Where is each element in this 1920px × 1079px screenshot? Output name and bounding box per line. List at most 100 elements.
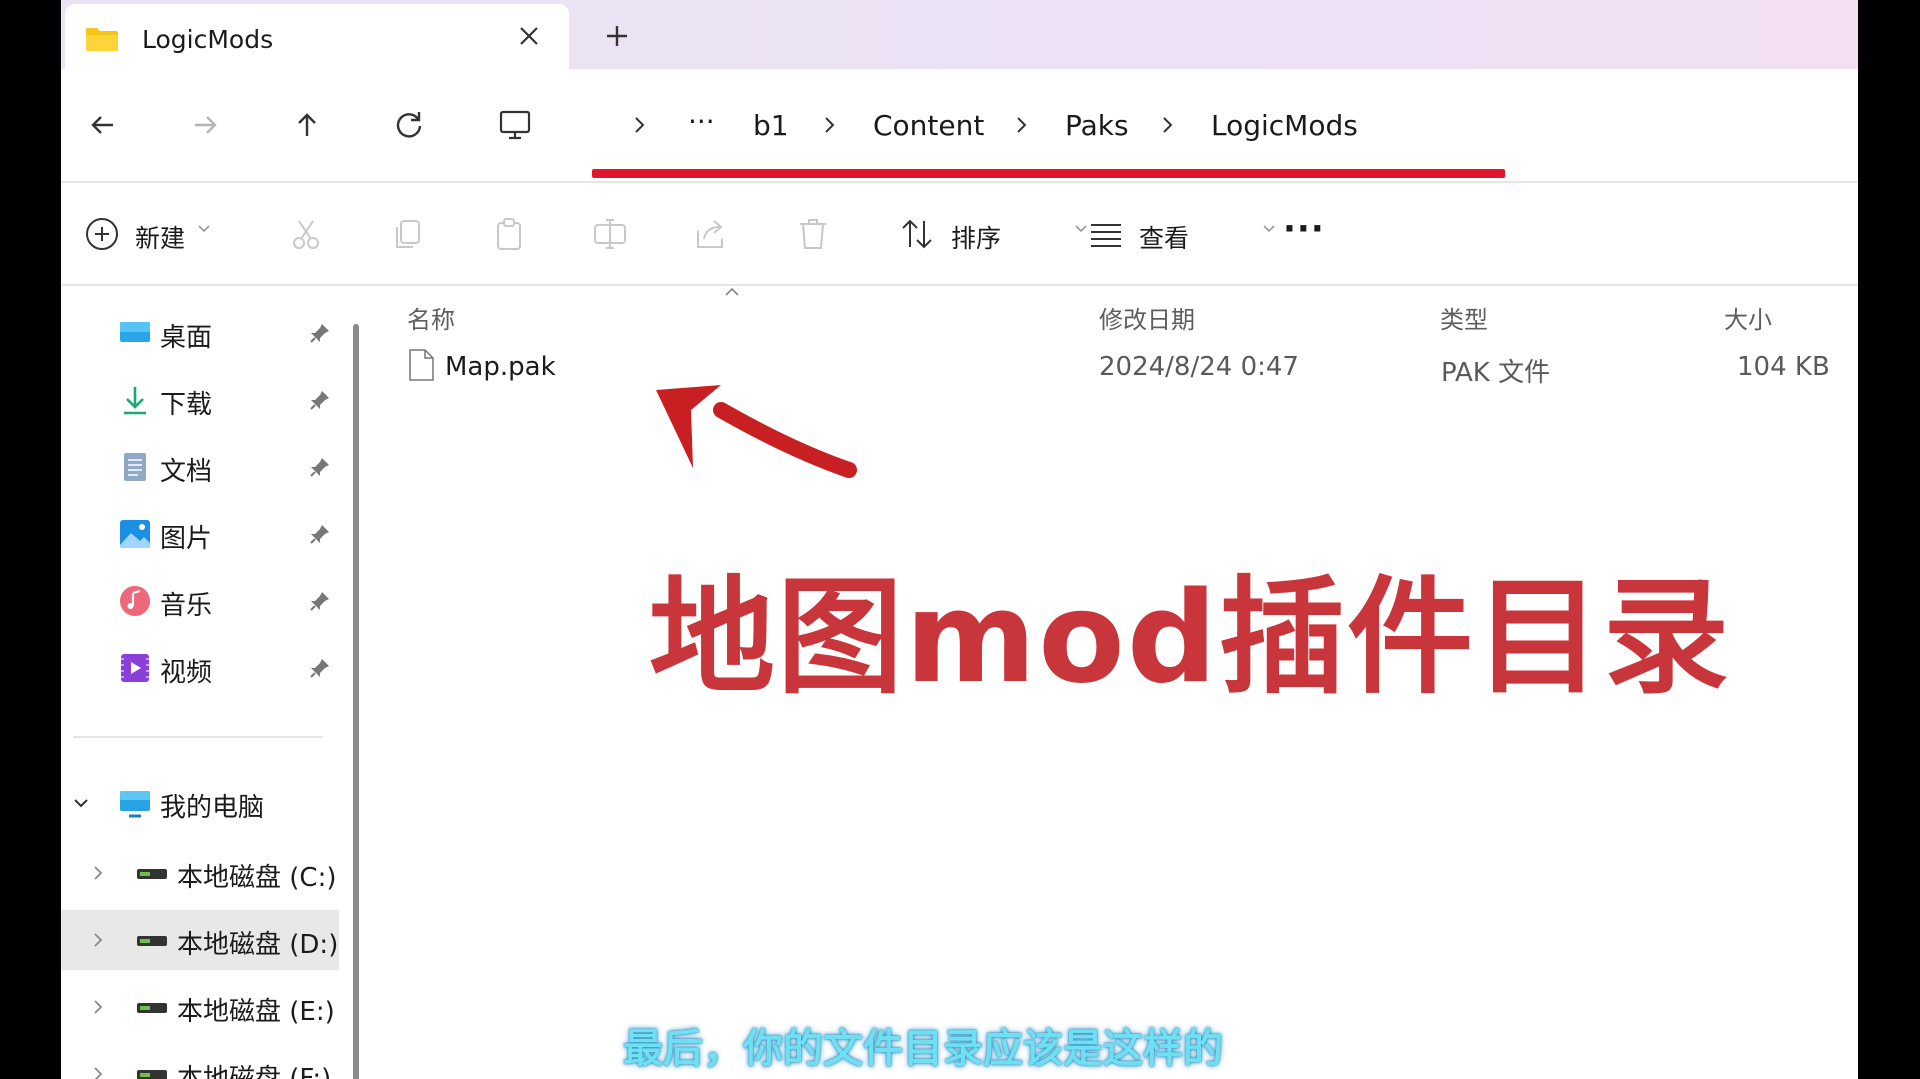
view-icon[interactable] bbox=[1087, 215, 1125, 253]
copy-icon[interactable] bbox=[389, 215, 427, 253]
rename-icon[interactable] bbox=[591, 215, 629, 253]
sidebar-item-this-pc[interactable]: 我的电脑 bbox=[61, 771, 361, 835]
sidebar-item-label: 下载 bbox=[160, 390, 213, 420]
file-explorer-window: LogicMods ··· b1 Content Paks LogicMods … bbox=[61, 0, 1858, 1079]
desktop-icon bbox=[120, 322, 150, 342]
chevron-right-icon[interactable] bbox=[89, 1064, 107, 1079]
chevron-right-icon[interactable] bbox=[89, 863, 107, 883]
breadcrumb-content[interactable]: Content bbox=[873, 109, 984, 142]
sort-icon[interactable] bbox=[898, 215, 936, 253]
tab-strip: LogicMods bbox=[61, 0, 1858, 69]
view-button[interactable]: 查看 bbox=[1139, 219, 1189, 255]
plus-icon[interactable] bbox=[597, 16, 637, 56]
chevron-right-icon[interactable] bbox=[89, 930, 107, 950]
pin-icon[interactable] bbox=[308, 656, 332, 680]
sidebar-item-videos[interactable]: 视频 bbox=[61, 636, 361, 700]
sidebar-item-label: 文档 bbox=[160, 457, 213, 487]
drive-icon bbox=[137, 869, 167, 879]
drive-label: 本地磁盘 (F:) bbox=[177, 1064, 332, 1079]
new-button[interactable]: 新建 bbox=[135, 219, 185, 255]
refresh-icon[interactable] bbox=[389, 105, 429, 145]
file-type: PAK 文件 bbox=[1441, 358, 1551, 388]
download-icon bbox=[124, 387, 146, 415]
drive-f[interactable]: 本地磁盘 (F:) bbox=[61, 1044, 339, 1079]
chevron-right-icon bbox=[825, 117, 835, 133]
sidebar-item-label: 视频 bbox=[160, 658, 213, 688]
sidebar-item-music[interactable]: 音乐 bbox=[61, 569, 361, 633]
navigation-pane: 桌面 下载 文档 图片 音乐 视频 我的电脑 本地磁盘 (C:) 本地磁盘 (D… bbox=[61, 286, 361, 1079]
computer-icon bbox=[120, 791, 150, 818]
share-icon[interactable] bbox=[692, 215, 730, 253]
folder-icon bbox=[86, 28, 118, 51]
drive-icon bbox=[137, 936, 167, 946]
arrow-right-icon[interactable] bbox=[185, 105, 225, 145]
close-icon[interactable] bbox=[511, 18, 547, 54]
file-size: 104 KB bbox=[1737, 352, 1830, 382]
chevron-right-icon bbox=[1163, 117, 1173, 133]
pin-icon[interactable] bbox=[308, 455, 332, 479]
sidebar-item-downloads[interactable]: 下载 bbox=[61, 368, 361, 432]
chevron-down-icon bbox=[198, 225, 210, 233]
chevron-right-icon[interactable] bbox=[89, 997, 107, 1017]
sidebar-scrollbar[interactable] bbox=[353, 324, 359, 1079]
pin-icon[interactable] bbox=[308, 522, 332, 546]
chevron-right-icon bbox=[1017, 117, 1027, 133]
file-name: Map.pak bbox=[445, 352, 556, 382]
chevron-down-icon bbox=[1263, 225, 1275, 233]
breadcrumb-logicmods[interactable]: LogicMods bbox=[1211, 109, 1358, 142]
cut-icon[interactable] bbox=[287, 215, 325, 253]
music-icon bbox=[120, 586, 150, 616]
drive-label: 本地磁盘 (C:) bbox=[177, 863, 337, 893]
table-row[interactable]: Map.pak 2024/8/24 0:47 PAK 文件 104 KB bbox=[401, 338, 1848, 394]
more-button[interactable]: ··· bbox=[1283, 209, 1325, 249]
breadcrumb-paks[interactable]: Paks bbox=[1065, 109, 1129, 142]
paste-icon[interactable] bbox=[490, 215, 528, 253]
chevron-down-icon[interactable] bbox=[71, 793, 91, 813]
sort-ascending-icon bbox=[725, 287, 739, 296]
breadcrumb-b1[interactable]: b1 bbox=[753, 109, 789, 142]
arrow-left-icon[interactable] bbox=[83, 105, 123, 145]
column-header-name[interactable]: 名称 bbox=[407, 300, 455, 335]
tab-title: LogicMods bbox=[142, 25, 274, 54]
file-modified: 2024/8/24 0:47 bbox=[1099, 352, 1299, 382]
pin-icon[interactable] bbox=[308, 388, 332, 412]
drive-icon bbox=[137, 1070, 167, 1079]
annotation-arrow bbox=[656, 385, 857, 478]
sidebar-item-documents[interactable]: 文档 bbox=[61, 435, 361, 499]
document-icon bbox=[124, 453, 146, 481]
pin-icon[interactable] bbox=[308, 321, 332, 345]
drive-icon bbox=[137, 1003, 167, 1013]
drive-label: 本地磁盘 (E:) bbox=[177, 997, 335, 1027]
annotation-title: 地图mod插件目录 bbox=[649, 564, 1732, 711]
column-header-type[interactable]: 类型 bbox=[1440, 300, 1488, 335]
drive-label: 本地磁盘 (D:) bbox=[177, 930, 339, 960]
sidebar-item-label: 我的电脑 bbox=[160, 793, 265, 823]
plus-circle-icon[interactable] bbox=[83, 215, 121, 253]
command-bar: 新建 排序 查看 ··· bbox=[61, 183, 1858, 284]
tab-logicmods[interactable]: LogicMods bbox=[65, 4, 569, 69]
arrow-up-icon[interactable] bbox=[287, 105, 327, 145]
drive-c[interactable]: 本地磁盘 (C:) bbox=[61, 843, 339, 903]
video-icon bbox=[121, 654, 149, 682]
pin-icon[interactable] bbox=[308, 589, 332, 613]
drive-d[interactable]: 本地磁盘 (D:) bbox=[61, 910, 339, 970]
sidebar-item-label: 音乐 bbox=[160, 591, 213, 621]
sort-button[interactable]: 排序 bbox=[951, 219, 1001, 255]
address-bar: ··· b1 Content Paks LogicMods bbox=[61, 69, 1858, 181]
delete-icon[interactable] bbox=[794, 215, 832, 253]
sidebar-divider bbox=[73, 736, 323, 738]
computer-icon[interactable] bbox=[495, 105, 535, 145]
video-subtitle: 最后，你的文件目录应该是这样的 bbox=[623, 1026, 1223, 1072]
pictures-icon bbox=[120, 520, 150, 548]
breadcrumb-overflow[interactable]: ··· bbox=[688, 105, 715, 138]
sidebar-item-label: 桌面 bbox=[160, 323, 213, 353]
sidebar-item-desktop[interactable]: 桌面 bbox=[61, 301, 361, 365]
annotation-underline bbox=[592, 169, 1505, 178]
column-header-size[interactable]: 大小 bbox=[1724, 300, 1772, 335]
column-header-modified[interactable]: 修改日期 bbox=[1099, 300, 1195, 335]
sidebar-item-pictures[interactable]: 图片 bbox=[61, 502, 361, 566]
chevron-right-icon bbox=[635, 117, 645, 133]
drive-e[interactable]: 本地磁盘 (E:) bbox=[61, 977, 339, 1037]
file-list: 名称 修改日期 类型 大小 Map.pak 2024/8/24 0:47 PAK… bbox=[361, 286, 1858, 1079]
sidebar-item-label: 图片 bbox=[160, 524, 213, 554]
